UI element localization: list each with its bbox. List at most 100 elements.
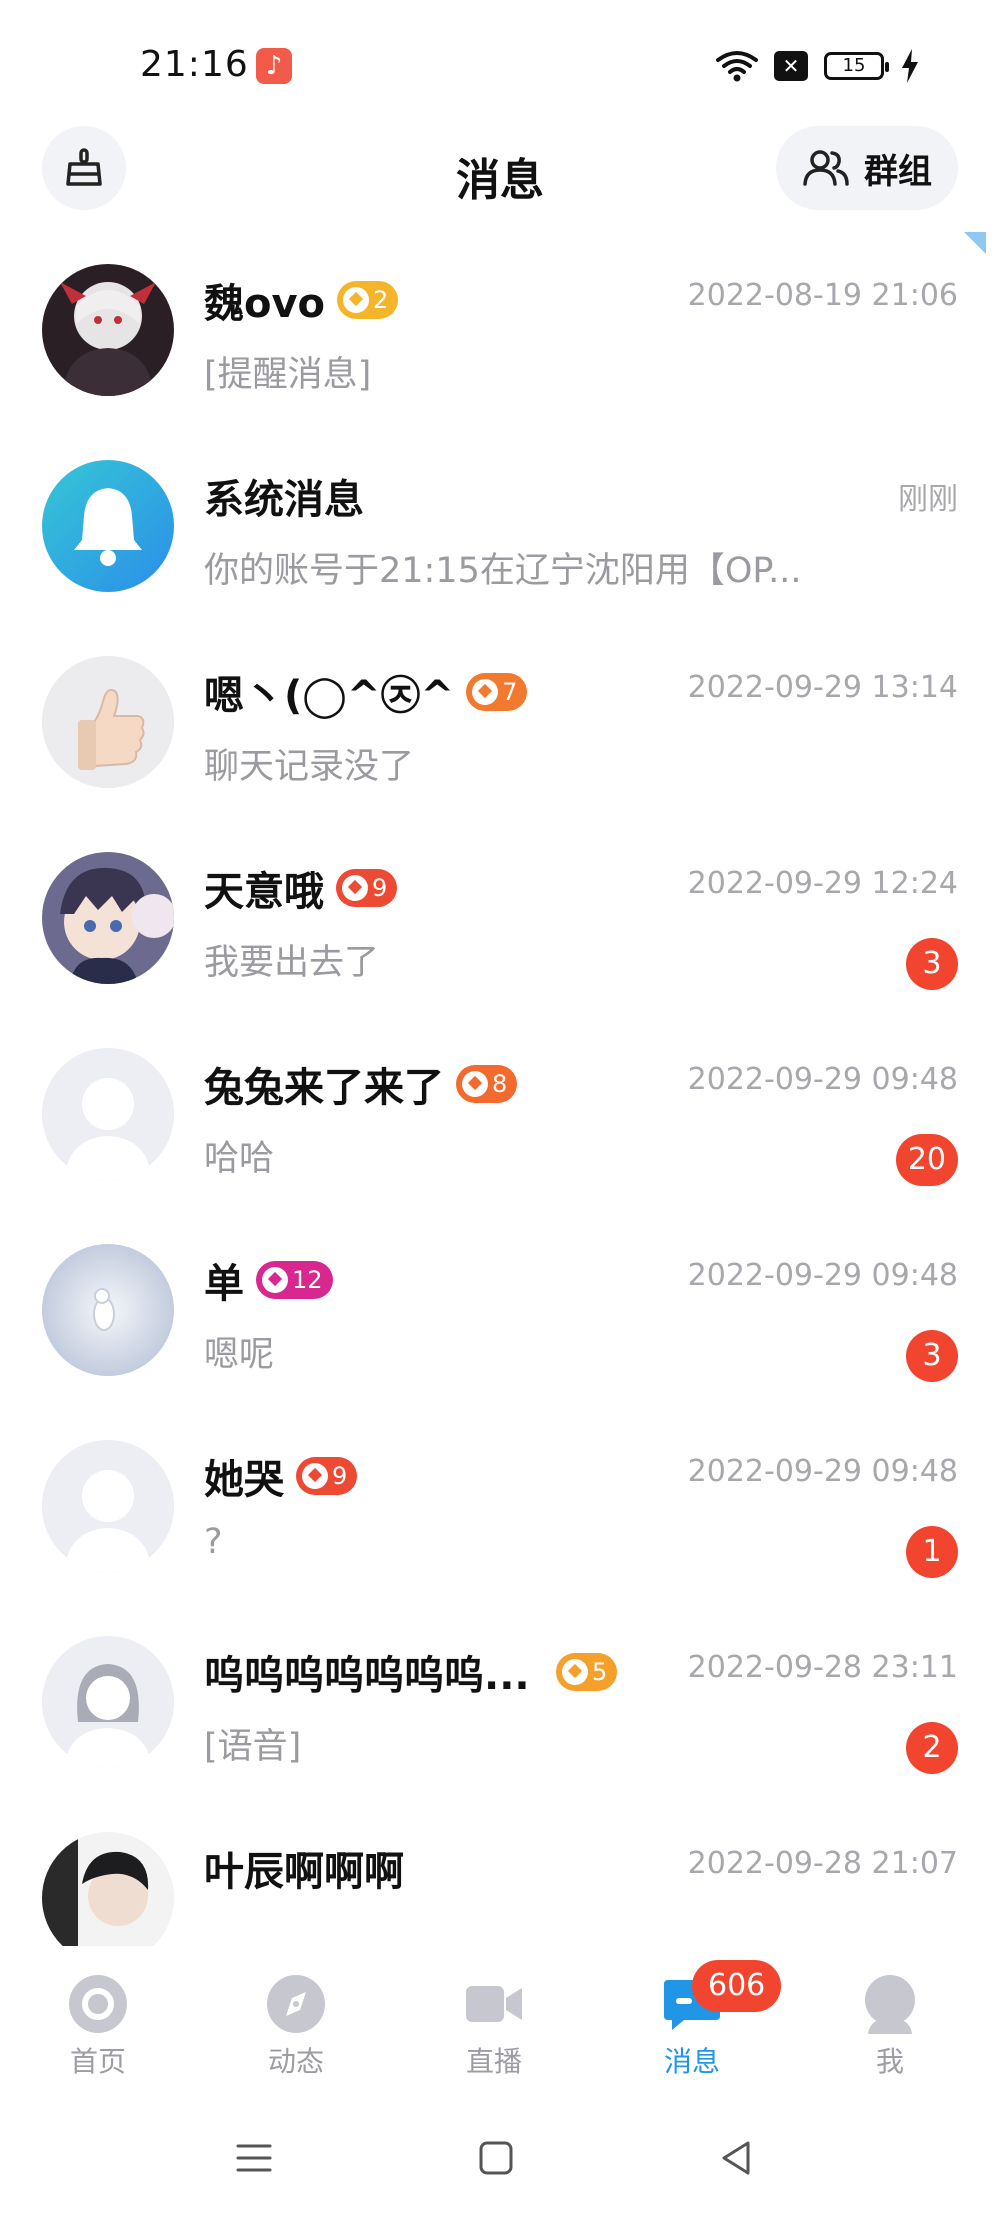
tab-live[interactable]: 直播 [434,1974,554,2084]
home-icon [69,1975,127,2033]
conversation-preview: 嗯呢 [204,1335,275,1375]
conversation-name-row: 叶辰啊啊啊 [204,1838,404,1898]
unread-badge: 3 [906,1330,958,1382]
conversation-name-row: 系统消息 [204,466,364,526]
conversation-item[interactable]: 她哭 9 2022-09-29 09:48 ? 1 [0,1424,1000,1624]
people-icon [803,150,849,186]
conversation-time: 2022-09-29 09:48 [687,1258,958,1293]
conversation-preview: 哈哈 [204,1139,275,1179]
conversation-preview: [提醒消息] [204,355,372,395]
tab-profile[interactable]: 我 [830,1974,950,2084]
avatar[interactable] [42,1048,174,1180]
level-badge: 9 [296,1457,358,1495]
conversation-name: 兔兔来了来了 [204,1065,444,1111]
tab-label: 直播 [465,2045,522,2078]
level-diamond-icon [343,287,370,313]
tab-messages[interactable]: 消息 606 [632,1960,782,2084]
level-badge: 9 [336,869,398,907]
conversation-name-row: 魏ovo 2 [204,270,399,330]
conversation-time: 2022-09-29 09:48 [687,1454,958,1489]
unread-badge: 3 [906,938,958,990]
conversation-name-row: 她哭 9 [204,1446,358,1506]
conversation-time: 2022-09-28 21:07 [687,1846,958,1881]
bottom-tab-bar: 首页 动态 直播 消息 606 我 [0,1946,1000,2086]
conversation-name: 嗯丶(◯^㉨^ [204,673,455,719]
conversation-preview: 我要出去了 [204,943,380,983]
music-app-icon [256,48,292,84]
conversation-item[interactable]: 魏ovo 2 2022-08-19 21:06 [提醒消息] [0,248,1000,448]
system-navigation-bar [0,2110,1000,2210]
unread-total-badge: 606 [692,1960,782,2012]
avatar[interactable] [42,1244,174,1376]
unread-badge: 2 [906,1722,958,1774]
level-diamond-icon [472,679,499,705]
conversation-item[interactable]: 呜呜呜呜呜呜呜... 5 2022-09-28 23:11 [语音] 2 [0,1620,1000,1820]
conversation-name: 魏ovo [204,281,326,327]
conversation-name: 呜呜呜呜呜呜呜... [204,1653,530,1699]
compass-icon [267,1975,325,2033]
conversation-name-row: 呜呜呜呜呜呜呜... 5 [204,1642,618,1702]
conversation-item[interactable]: 单 12 2022-09-29 09:48 嗯呢 3 [0,1228,1000,1428]
header: 消息 群组 [0,126,1000,246]
conversation-name-row: 天意哦 9 [204,858,398,918]
conversation-item[interactable]: 系统消息 刚刚 你的账号于21:15在辽宁沈阳用【OP... [0,444,1000,644]
conversation-name-row: 兔兔来了来了 8 [204,1054,518,1114]
conversation-name-row: 嗯丶(◯^㉨^ 7 [204,662,528,722]
avatar[interactable] [42,1440,174,1572]
avatar[interactable] [42,460,174,592]
conversation-name: 叶辰啊啊啊 [204,1849,404,1895]
avatar[interactable] [42,656,174,788]
level-diamond-icon [342,875,368,901]
level-diamond-icon [262,1267,288,1293]
battery-icon: 15 [824,52,889,80]
no-sim-icon [774,51,808,81]
conversation-item[interactable]: 嗯丶(◯^㉨^ 7 2022-09-29 13:14 聊天记录没了 [0,640,1000,840]
profile-icon [865,1975,915,2034]
tab-label: 我 [875,2045,904,2078]
tab-label: 首页 [69,2045,126,2078]
level-badge: 5 [556,1653,618,1691]
avatar[interactable] [42,1832,174,1948]
conversation-time: 2022-09-29 13:14 [687,670,958,705]
conversation-name: 单 [204,1261,244,1307]
menu-icon[interactable] [234,2138,274,2178]
status-icons: 15 [716,48,920,84]
conversation-list[interactable]: 魏ovo 2 2022-08-19 21:06 [提醒消息] 系统消息 刚刚 你… [0,248,1000,1948]
tab-label: 动态 [267,2045,324,2078]
level-badge: 8 [456,1065,518,1103]
level-diamond-icon [302,1463,328,1489]
video-camera-icon [466,1986,522,2022]
conversation-preview: 你的账号于21:15在辽宁沈阳用【OP... [204,551,802,591]
conversation-item[interactable]: 天意哦 9 2022-09-29 12:24 我要出去了 3 [0,836,1000,1036]
tab-label: 消息 [663,2045,720,2078]
unread-badge: 1 [906,1526,958,1578]
tab-feed[interactable]: 动态 [236,1974,356,2084]
conversation-time: 2022-08-19 21:06 [687,278,958,313]
home-square-icon[interactable] [476,2138,516,2178]
wifi-icon [716,51,758,82]
status-bar: 21:16 15 [0,0,1000,130]
tab-home[interactable]: 首页 [38,1974,158,2084]
conversation-item[interactable]: 兔兔来了来了 8 2022-09-29 09:48 哈哈 20 [0,1032,1000,1232]
level-diamond-icon [562,1659,588,1685]
groups-label: 群组 [864,151,932,192]
conversation-preview: ? [204,1522,223,1562]
groups-button[interactable]: 群组 [776,126,958,210]
charging-icon [902,49,918,83]
level-badge: 12 [256,1261,333,1299]
avatar[interactable] [42,264,174,396]
conversation-preview: 聊天记录没了 [204,747,415,787]
avatar[interactable] [42,852,174,984]
conversation-item[interactable]: 叶辰啊啊啊 2022-09-28 21:07 [0,1816,1000,1948]
status-time: 21:16 [140,44,249,85]
conversation-name: 系统消息 [204,477,364,523]
conversation-time: 2022-09-29 12:24 [687,866,958,901]
conversation-time: 2022-09-28 23:11 [687,1650,958,1685]
unread-badge: 20 [895,1134,958,1186]
conversation-preview: [语音] [204,1727,302,1767]
back-icon[interactable] [716,2138,756,2178]
level-badge: 7 [466,673,528,711]
avatar[interactable] [42,1636,174,1768]
conversation-time: 2022-09-29 09:48 [687,1062,958,1097]
conversation-time: 刚刚 [898,482,958,517]
